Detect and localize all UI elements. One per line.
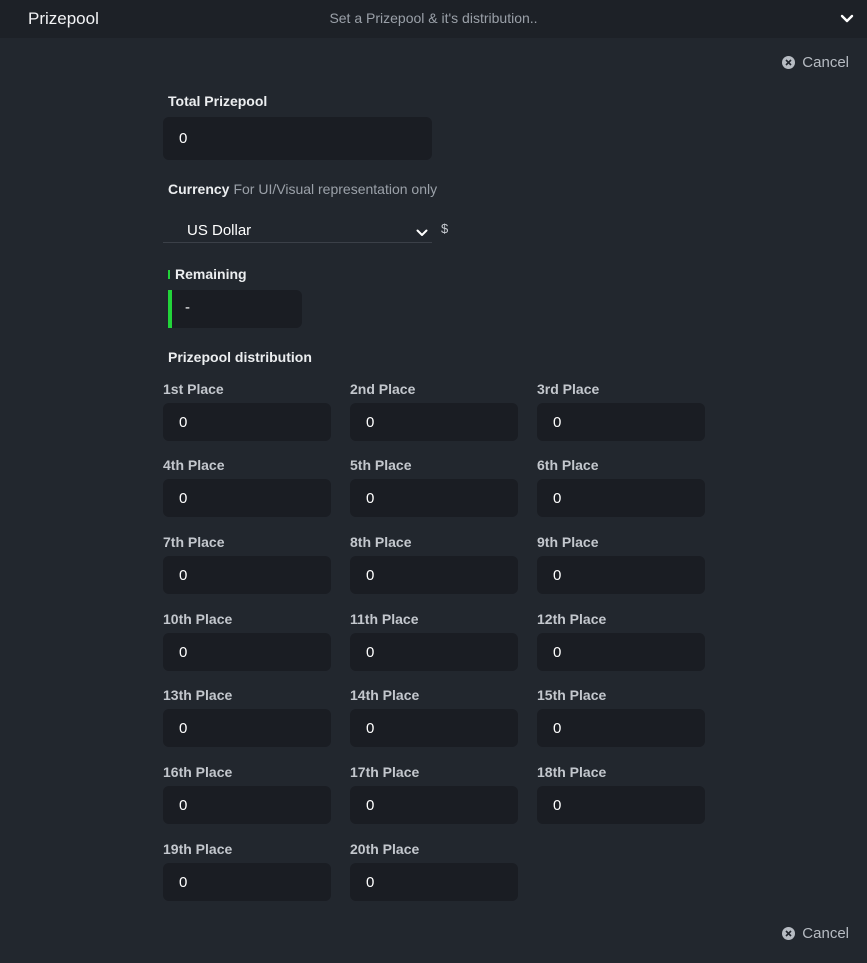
place-label: 15th Place — [537, 687, 607, 703]
place-label: 14th Place — [350, 687, 420, 703]
distribution-heading: Prizepool distribution — [168, 349, 312, 365]
chevron-down-icon — [416, 224, 428, 242]
total-prizepool-input[interactable] — [163, 117, 432, 160]
currency-label-text: Currency — [168, 181, 230, 197]
close-circle-icon — [782, 927, 796, 940]
place-amount-input[interactable] — [350, 479, 518, 517]
place-label: 4th Place — [163, 457, 225, 473]
remaining-indicator — [168, 270, 170, 279]
currency-hint: For UI/Visual representation only — [233, 181, 438, 197]
place-amount-input[interactable] — [350, 786, 518, 824]
total-prizepool-label: Total Prizepool — [168, 93, 268, 109]
place-amount-input[interactable] — [350, 709, 518, 747]
place-label: 3rd Place — [537, 381, 600, 397]
remaining-label: Remaining — [175, 266, 247, 282]
place-amount-input[interactable] — [163, 863, 331, 901]
place-amount-input[interactable] — [350, 863, 518, 901]
place-amount-input[interactable] — [163, 633, 331, 671]
place-amount-input[interactable] — [350, 403, 518, 441]
place-amount-input[interactable] — [163, 403, 331, 441]
cancel-button[interactable]: Cancel — [782, 54, 849, 71]
place-label: 5th Place — [350, 457, 412, 473]
place-amount-input[interactable] — [163, 556, 331, 594]
place-label: 16th Place — [163, 764, 233, 780]
place-label: 18th Place — [537, 764, 607, 780]
place-label: 9th Place — [537, 534, 599, 550]
place-amount-input[interactable] — [163, 479, 331, 517]
currency-selected-value: US Dollar — [187, 222, 252, 239]
place-label: 8th Place — [350, 534, 412, 550]
place-label: 19th Place — [163, 841, 233, 857]
section-header[interactable]: Prizepool Set a Prizepool & it's distrib… — [0, 0, 867, 38]
place-amount-input[interactable] — [350, 633, 518, 671]
close-circle-icon — [782, 56, 796, 69]
cancel-label: Cancel — [802, 925, 849, 942]
place-label: 2nd Place — [350, 381, 416, 397]
currency-symbol: $ — [441, 221, 449, 236]
place-label: 6th Place — [537, 457, 599, 473]
place-label: 11th Place — [350, 611, 419, 627]
place-amount-input[interactable] — [163, 709, 331, 747]
cancel-button[interactable]: Cancel — [782, 925, 849, 942]
place-amount-input[interactable] — [537, 479, 705, 517]
place-amount-input[interactable] — [537, 786, 705, 824]
cancel-label: Cancel — [802, 54, 849, 71]
remaining-value: - — [185, 299, 190, 316]
place-label: 17th Place — [350, 764, 420, 780]
place-amount-input[interactable] — [537, 403, 705, 441]
place-amount-input[interactable] — [350, 556, 518, 594]
currency-select[interactable]: US Dollar — [163, 218, 432, 243]
chevron-down-icon[interactable] — [837, 9, 857, 29]
place-label: 10th Place — [163, 611, 233, 627]
place-amount-input[interactable] — [537, 709, 705, 747]
currency-label: Currency For UI/Visual representation onl… — [168, 181, 437, 197]
place-label: 13th Place — [163, 687, 233, 703]
place-label: 12th Place — [537, 611, 607, 627]
remaining-field: - — [168, 290, 302, 328]
place-amount-input[interactable] — [537, 633, 705, 671]
place-amount-input[interactable] — [537, 556, 705, 594]
place-label: 7th Place — [163, 534, 225, 550]
place-amount-input[interactable] — [163, 786, 331, 824]
place-label: 1st Place — [163, 381, 224, 397]
place-label: 20th Place — [350, 841, 420, 857]
section-subtitle: Set a Prizepool & it's distribution.. — [329, 10, 538, 26]
